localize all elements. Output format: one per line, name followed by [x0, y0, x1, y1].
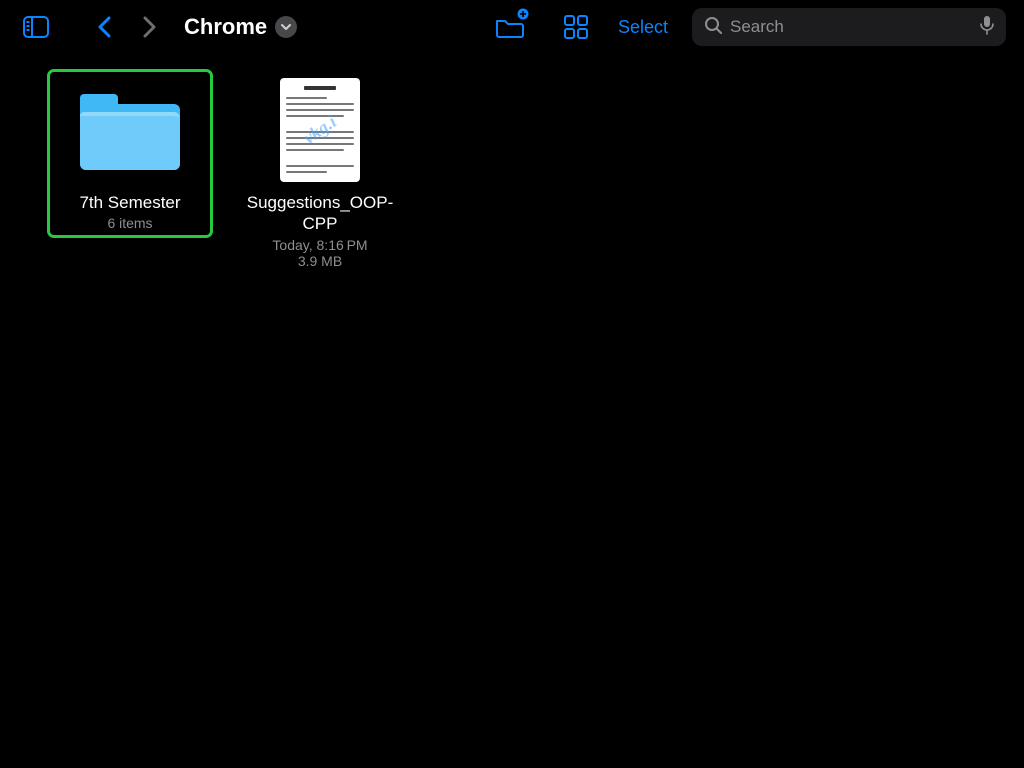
sidebar-toggle-button[interactable]: [18, 9, 54, 45]
item-subtitle: 6 items: [107, 215, 152, 231]
folder-icon: [80, 90, 180, 170]
forward-button: [132, 9, 168, 45]
location-title-wrap[interactable]: Chrome: [184, 14, 297, 40]
toolbar: Chrome Select: [0, 0, 1024, 54]
document-icon: vkg.i: [280, 78, 360, 182]
item-size: 3.9 MB: [298, 253, 342, 269]
select-button[interactable]: Select: [604, 17, 682, 38]
folder-thumbnail: [70, 76, 190, 184]
item-name: Suggestions_OOP-CPP: [240, 192, 400, 235]
file-item[interactable]: vkg.i Suggestions_OOP-CPP Today, 8:16 PM3.…: [240, 76, 400, 269]
item-subtitle: Today, 8:16 PM: [272, 237, 367, 253]
search-icon: [704, 16, 722, 39]
file-grid: 7th Semester 6 items vkg.i Suggestions_OOP-…: [0, 54, 1024, 291]
search-field[interactable]: [692, 8, 1006, 46]
title-chevron-icon[interactable]: [275, 16, 297, 38]
folder-item[interactable]: 7th Semester 6 items: [50, 72, 210, 235]
back-button[interactable]: [86, 9, 122, 45]
document-thumbnail: vkg.i: [260, 76, 380, 184]
item-name: 7th Semester: [79, 192, 180, 213]
location-title: Chrome: [184, 14, 267, 40]
dictation-icon[interactable]: [980, 15, 994, 40]
search-input[interactable]: [730, 17, 972, 37]
view-mode-button[interactable]: [558, 9, 594, 45]
new-folder-button[interactable]: [492, 9, 528, 45]
